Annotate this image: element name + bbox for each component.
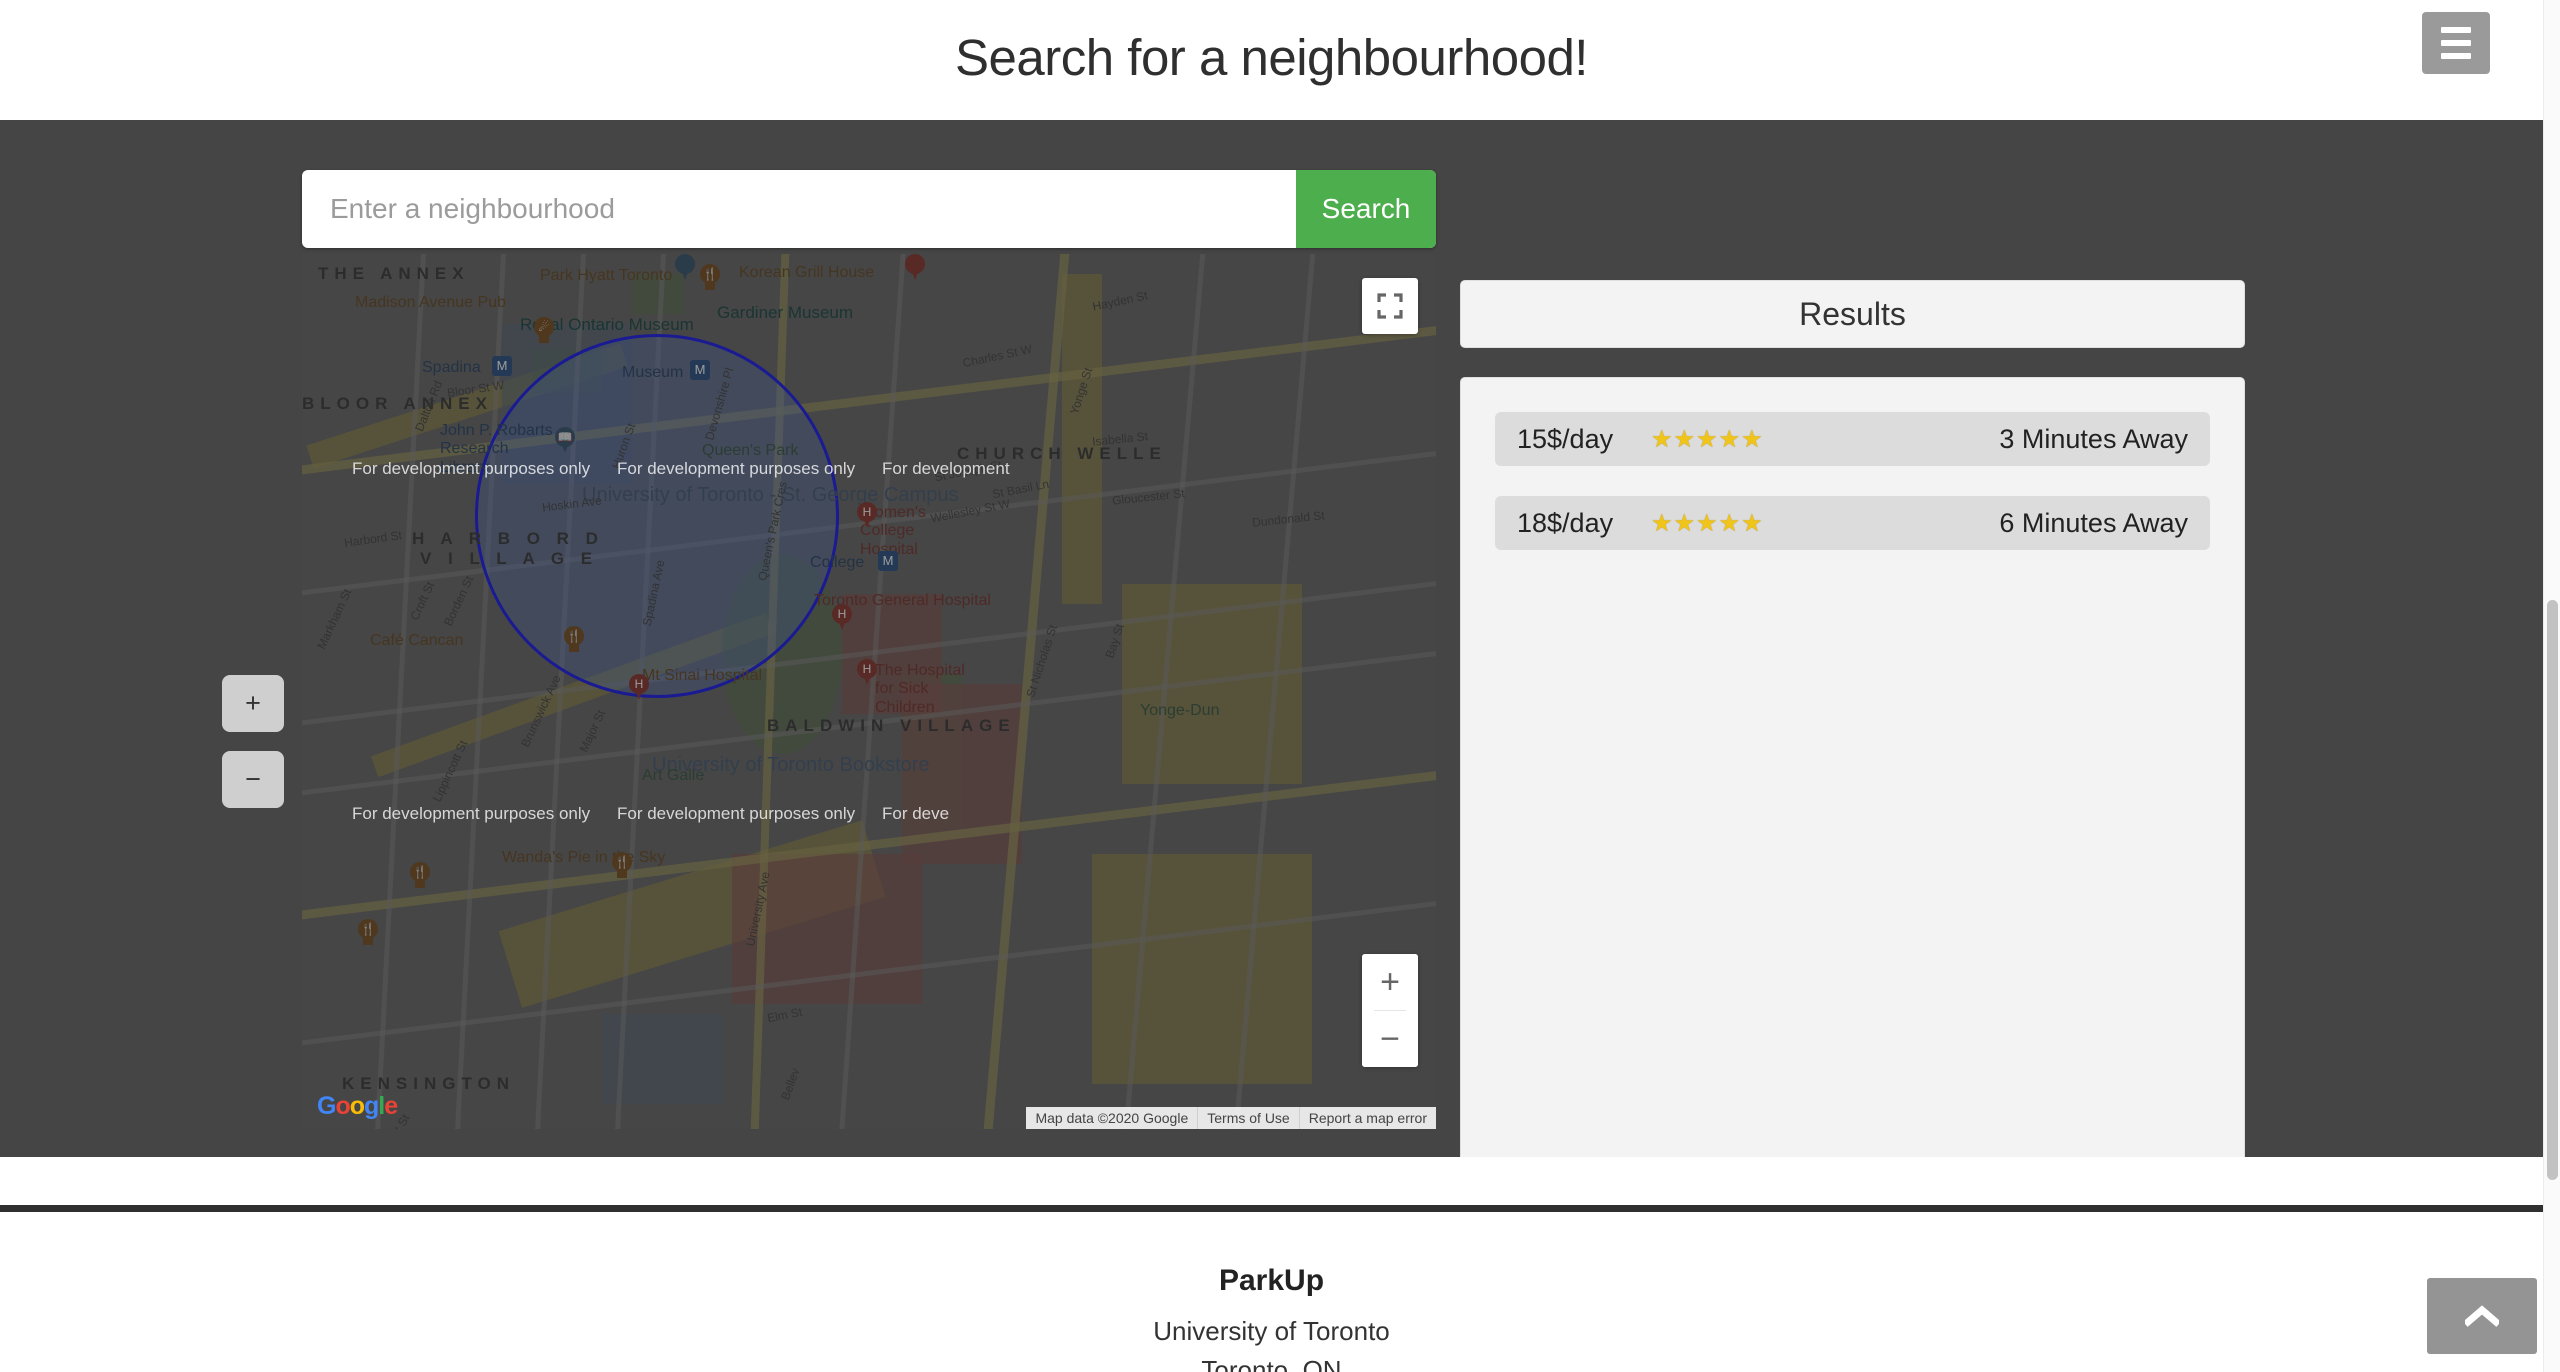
page-title: Search for a neighbourhood! — [0, 28, 2543, 87]
result-price: 15$/day — [1517, 424, 1637, 455]
google-logo-letter: g — [364, 1092, 378, 1120]
footer-brand: ParkUp — [0, 1264, 2543, 1298]
subway-badge-icon: M — [690, 360, 710, 380]
result-rating-stars: ★★★★★ — [1651, 509, 1764, 538]
restaurant-pin-icon: 🍴 — [358, 919, 378, 946]
scroll-to-top-button[interactable] — [2427, 1278, 2537, 1354]
hamburger-icon-bar-1 — [2441, 27, 2471, 33]
page-header: Search for a neighbourhood! — [0, 0, 2543, 120]
hamburger-icon-bar-3 — [2441, 53, 2471, 59]
search-input[interactable] — [302, 170, 1296, 248]
footer-address-line-2: Toronto, ON — [0, 1355, 2543, 1372]
search-button[interactable]: Search — [1296, 170, 1436, 248]
white-spacer — [0, 1157, 2543, 1205]
result-price: 18$/day — [1517, 508, 1637, 539]
search-section: Search + − — [0, 120, 2543, 1157]
museum-pin-icon — [675, 254, 695, 281]
result-distance: 3 Minutes Away — [1999, 424, 2188, 455]
side-zoom-controls: + − — [222, 675, 284, 808]
side-zoom-out-button[interactable]: − — [222, 751, 284, 808]
page-footer: ParkUp University of Toronto Toronto, ON — [0, 1212, 2543, 1372]
hospital-pin-icon — [905, 254, 925, 281]
map-canvas: THE ANNEX BLOOR ANNEX BALDWIN VILLAGE KE… — [302, 254, 1436, 1129]
search-bar: Search — [302, 170, 1436, 248]
footer-address-line-1: University of Toronto — [0, 1316, 2543, 1347]
result-row[interactable]: 18$/day ★★★★★ 6 Minutes Away — [1495, 496, 2210, 550]
side-zoom-in-button[interactable]: + — [222, 675, 284, 732]
result-distance: 6 Minutes Away — [1999, 508, 2188, 539]
google-logo-letter: e — [384, 1092, 397, 1120]
section-divider — [0, 1205, 2543, 1212]
result-row[interactable]: 15$/day ★★★★★ 3 Minutes Away — [1495, 412, 2210, 466]
map-credits: Map data ©2020 Google Terms of Use Repor… — [1026, 1107, 1436, 1129]
hospital-pin-icon: H — [832, 604, 852, 631]
map-zoom-out-button[interactable]: − — [1362, 1011, 1418, 1067]
hamburger-icon-bar-2 — [2441, 40, 2471, 46]
hospital-pin-icon: H — [857, 502, 877, 529]
google-logo-letter: o — [350, 1092, 364, 1120]
report-map-error-link[interactable]: Report a map error — [1299, 1107, 1436, 1129]
hospital-pin-icon: H — [629, 674, 649, 701]
fullscreen-icon — [1377, 293, 1403, 319]
page-scrollbar[interactable] — [2543, 0, 2560, 1372]
chevron-up-icon — [2465, 1305, 2499, 1327]
restaurant-pin-icon: 🍴 — [700, 264, 720, 291]
restaurant-pin-icon: 🍴 — [564, 626, 584, 653]
nav-toggle-button[interactable] — [2422, 12, 2490, 74]
library-pin-icon: 📖 — [555, 427, 575, 454]
google-logo-letter: o — [335, 1092, 349, 1120]
hospital-pin-icon: H — [857, 659, 877, 686]
results-heading: Results — [1460, 280, 2245, 348]
restaurant-pin-icon: 🍴 — [410, 862, 430, 889]
google-logo-letter: G — [317, 1092, 335, 1120]
terms-of-use-link[interactable]: Terms of Use — [1197, 1107, 1298, 1129]
result-rating-stars: ★★★★★ — [1651, 425, 1764, 454]
map-zoom-controls: + − — [1362, 954, 1418, 1067]
page-scrollbar-thumb[interactable] — [2547, 600, 2558, 1180]
restaurant-pin-icon: 🍴 — [612, 852, 632, 879]
results-panel: 15$/day ★★★★★ 3 Minutes Away 18$/day ★★★… — [1460, 377, 2245, 1230]
map-zoom-in-button[interactable]: + — [1362, 954, 1418, 1010]
google-logo: Google — [317, 1092, 397, 1121]
subway-badge-icon: M — [878, 551, 898, 571]
subway-badge-icon: M — [492, 356, 512, 376]
map-fullscreen-button[interactable] — [1362, 278, 1418, 334]
map-data-credit: Map data ©2020 Google — [1026, 1107, 1197, 1129]
selection-radius-circle — [475, 334, 839, 698]
restaurant-pin-icon: ☄ — [534, 317, 554, 344]
map-container[interactable]: THE ANNEX BLOOR ANNEX BALDWIN VILLAGE KE… — [302, 254, 1436, 1129]
